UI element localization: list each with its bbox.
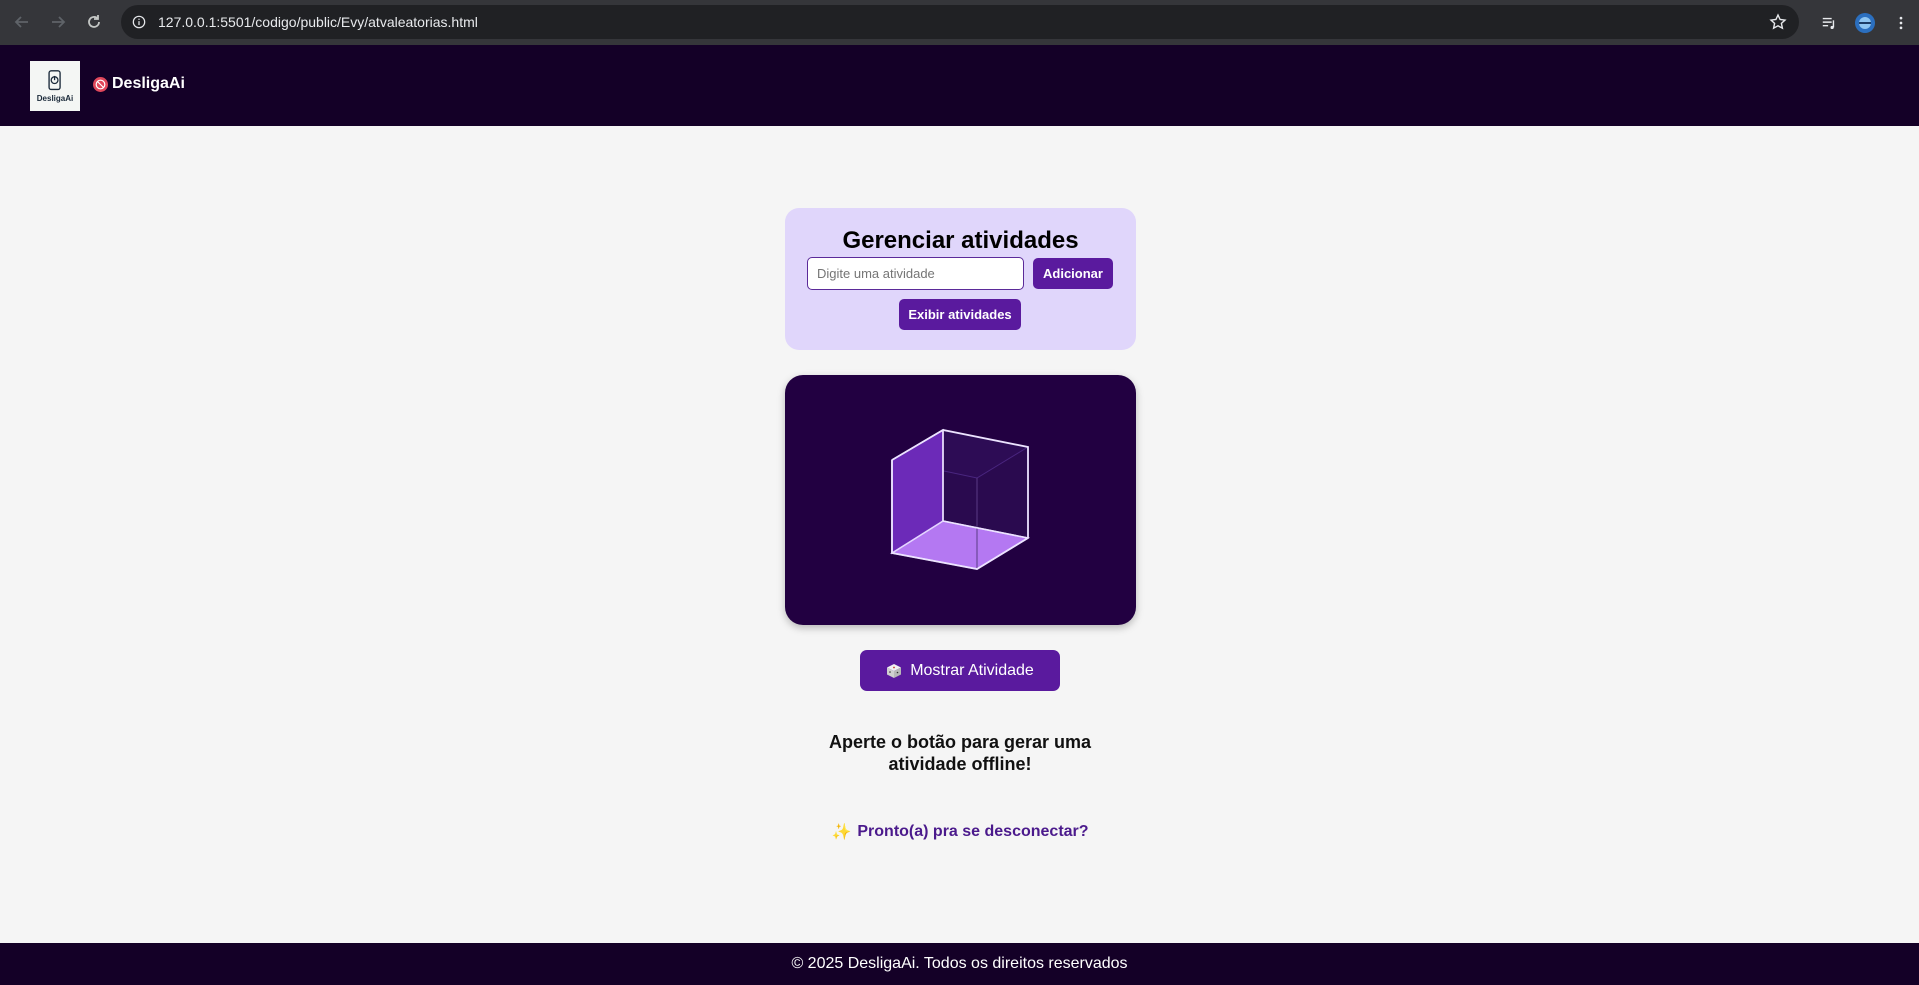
logo-text: DesligaAi [36, 93, 74, 103]
site-info-icon[interactable] [130, 13, 148, 31]
site-footer: © 2025 DesligaAi. Todos os direitos rese… [0, 943, 1919, 985]
bookmark-star-icon[interactable] [1769, 13, 1787, 31]
profile-avatar-icon[interactable] [1847, 5, 1883, 41]
back-icon[interactable] [4, 4, 40, 40]
address-bar[interactable]: 127.0.0.1:5501/codigo/public/Evy/atvalea… [121, 5, 1799, 39]
dice-cube-panel [785, 375, 1136, 625]
ready-message: ✨ Pronto(a) pra se desconectar? [760, 822, 1160, 842]
site-header: DesligaAi DesligaAi [0, 45, 1919, 126]
logo[interactable]: DesligaAi [30, 61, 80, 111]
activity-input[interactable] [807, 257, 1024, 290]
sparkles-icon: ✨ [831, 824, 852, 841]
phone-power-icon [48, 69, 61, 90]
manage-activities-card: Gerenciar atividades Adicionar Exibir at… [785, 208, 1136, 350]
no-phone-icon [93, 76, 108, 92]
dice-icon [887, 663, 902, 678]
browser-toolbar: 127.0.0.1:5501/codigo/public/Evy/atvalea… [0, 0, 1919, 45]
reload-icon[interactable] [76, 4, 112, 40]
show-activities-button[interactable]: Exibir atividades [899, 299, 1021, 330]
add-activity-button[interactable]: Adicionar [1033, 258, 1113, 289]
show-activity-label: Mostrar Atividade [910, 661, 1034, 679]
media-playlist-icon[interactable] [1811, 5, 1847, 41]
brand[interactable]: DesligaAi [93, 75, 185, 93]
brand-name: DesligaAi [112, 75, 185, 92]
more-menu-icon[interactable] [1883, 5, 1919, 41]
manager-title: Gerenciar atividades [842, 227, 1079, 254]
footer-text: © 2025 DesligaAi. Todos os direitos rese… [791, 955, 1128, 972]
cube-icon [889, 428, 1031, 570]
show-activity-button[interactable]: Mostrar Atividade [860, 650, 1060, 691]
url-text: 127.0.0.1:5501/codigo/public/Evy/atvalea… [158, 14, 478, 30]
forward-icon[interactable] [40, 4, 76, 40]
ready-text: Pronto(a) pra se desconectar? [857, 823, 1089, 840]
activity-result-text: Aperte o botão para gerar uma atividade … [828, 732, 1092, 774]
